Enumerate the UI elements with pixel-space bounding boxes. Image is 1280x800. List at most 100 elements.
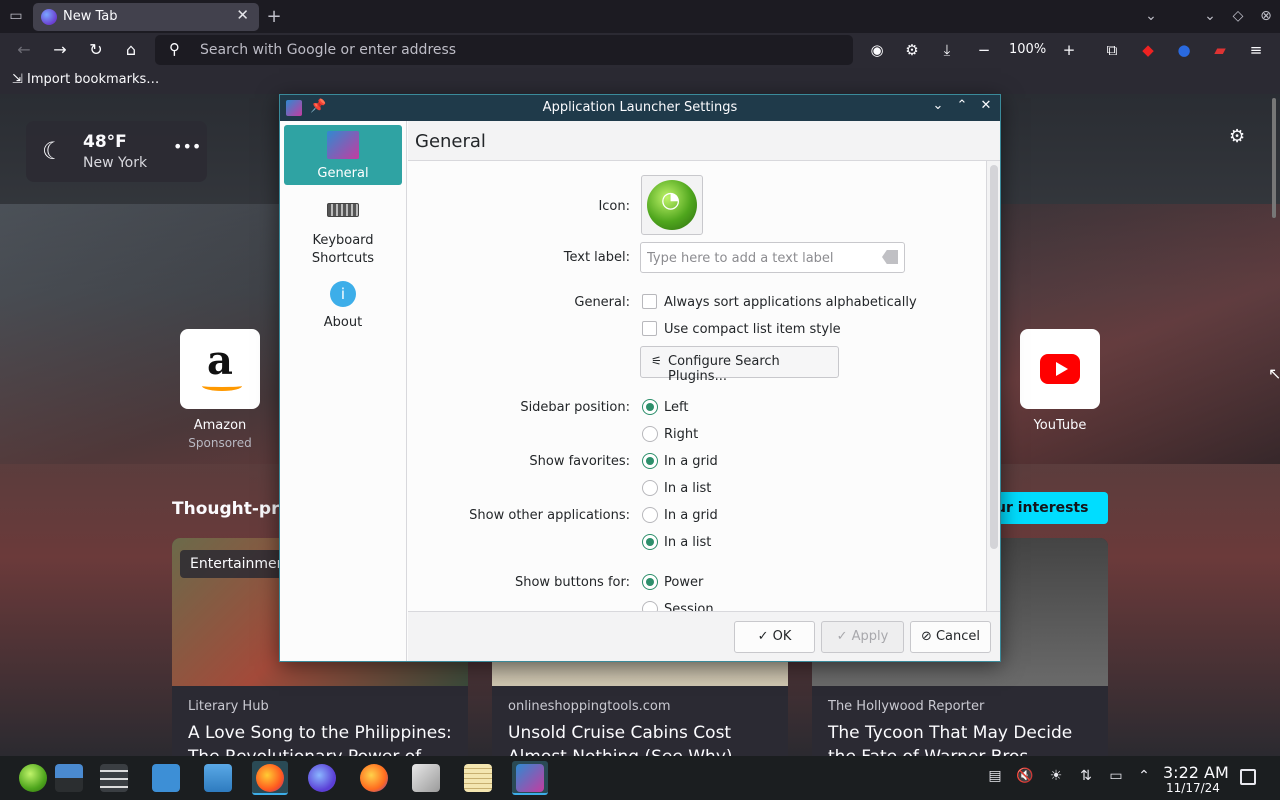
- reload-icon[interactable]: ↻: [82, 33, 110, 67]
- extension-blue-icon[interactable]: ●: [1173, 33, 1195, 67]
- text-editor-button[interactable]: [408, 761, 444, 795]
- extension-chart-icon[interactable]: ▰: [1209, 33, 1231, 67]
- dialog-close-icon[interactable]: ✕: [977, 98, 995, 113]
- settings-scrollbar-thumb[interactable]: [990, 165, 998, 549]
- amazon-smile-icon: [202, 381, 242, 391]
- icon-picker-button[interactable]: [641, 175, 703, 235]
- zoom-in-button[interactable]: +: [1058, 33, 1080, 67]
- buttons-session-label[interactable]: Session: [664, 602, 714, 611]
- text-label-field[interactable]: [640, 242, 905, 273]
- other-apps-grid-radio[interactable]: [642, 507, 658, 523]
- close-window-icon[interactable]: ⊗: [1256, 0, 1276, 33]
- favorites-grid-radio[interactable]: [642, 453, 658, 469]
- sidebar-item-keyboard-shortcuts[interactable]: Keyboard Shortcuts: [284, 197, 402, 267]
- discover-button[interactable]: [148, 761, 184, 795]
- firefox-taskbar-button[interactable]: [252, 761, 288, 795]
- ok-button[interactable]: ✓ OK: [734, 621, 815, 653]
- show-desktop-icon[interactable]: [1240, 769, 1256, 785]
- other-apps-list-label[interactable]: In a list: [664, 535, 711, 550]
- compact-list-checkbox[interactable]: [642, 321, 657, 336]
- settings-scrollbar[interactable]: [986, 161, 1000, 611]
- back-icon[interactable]: ←: [10, 33, 38, 67]
- system-settings-button[interactable]: [96, 761, 132, 795]
- address-bar[interactable]: ⚲ Search with Google or enter address: [155, 35, 853, 65]
- account-icon[interactable]: ◉: [866, 33, 888, 67]
- opensuse-logo-icon: [19, 764, 47, 792]
- clear-text-icon[interactable]: [882, 250, 898, 264]
- usb-device-icon[interactable]: ⇅: [1076, 768, 1096, 784]
- launcher-settings-taskbar-button[interactable]: [512, 761, 548, 795]
- clock-time[interactable]: 3:22 AM: [1163, 763, 1229, 782]
- sidebar-right-label[interactable]: Right: [664, 427, 698, 442]
- sidebar-right-radio[interactable]: [642, 426, 658, 442]
- favorites-grid-label[interactable]: In a grid: [664, 454, 718, 469]
- weather-widget[interactable]: ☾ 48°F New York •••: [26, 121, 207, 182]
- notes-button[interactable]: [460, 761, 496, 795]
- tray-expand-icon[interactable]: ⌃: [1134, 768, 1154, 784]
- weather-more-button[interactable]: •••: [173, 137, 201, 156]
- sidebar-left-label[interactable]: Left: [664, 400, 688, 415]
- new-tab-button[interactable]: +: [264, 0, 284, 33]
- shortcut-amazon[interactable]: a: [180, 329, 260, 409]
- cancel-button[interactable]: ⊘ Cancel: [910, 621, 991, 653]
- extension-red-icon[interactable]: ◆: [1137, 33, 1159, 67]
- sidebar-item-general[interactable]: General: [284, 125, 402, 185]
- personalize-interests-button[interactable]: ur interests: [990, 492, 1108, 524]
- other-apps-grid-label[interactable]: In a grid: [664, 508, 718, 523]
- sidebar-left-radio[interactable]: [642, 399, 658, 415]
- bookmarks-toolbar: ⇲ Import bookmarks…: [0, 67, 1280, 94]
- forward-icon[interactable]: →: [46, 33, 74, 67]
- maximize-window-icon[interactable]: ◇: [1228, 0, 1248, 33]
- app-launcher-button[interactable]: [15, 761, 51, 795]
- list-all-tabs-icon[interactable]: ⌄: [1141, 0, 1161, 33]
- firefox-private-icon: [308, 764, 336, 792]
- ok-label: OK: [772, 629, 792, 644]
- network-icon[interactable]: ▭: [1106, 768, 1126, 784]
- clock-date[interactable]: 11/17/24: [1166, 781, 1220, 795]
- buttons-power-radio[interactable]: [642, 574, 658, 590]
- sort-alphabetically-label[interactable]: Always sort applications alphabetically: [664, 295, 917, 310]
- notes-icon: [464, 764, 492, 792]
- shortcut-youtube[interactable]: [1020, 329, 1100, 409]
- weather-temp: 48°F: [83, 132, 127, 152]
- tab-close-icon[interactable]: ✕: [236, 6, 249, 24]
- page-scrollbar[interactable]: [1268, 94, 1280, 756]
- customize-gear-icon[interactable]: ⚙: [1229, 126, 1245, 147]
- favorites-list-label[interactable]: In a list: [664, 481, 711, 496]
- story-title: Unsold Cruise Cabins Cost Almost Nothing…: [508, 723, 733, 756]
- clipboard-icon[interactable]: ▤: [985, 768, 1005, 784]
- file-manager-button[interactable]: [200, 761, 236, 795]
- home-icon[interactable]: ⌂: [117, 33, 145, 67]
- configure-search-plugins-button[interactable]: ⚟ Configure Search Plugins...: [640, 346, 839, 384]
- volume-muted-icon[interactable]: 🔇: [1015, 768, 1035, 784]
- apply-button[interactable]: ✓ Apply: [821, 621, 904, 653]
- minimize-window-icon[interactable]: ⌄: [1200, 0, 1220, 33]
- amazon-icon: a: [207, 337, 233, 384]
- pager-button[interactable]: [51, 761, 87, 795]
- settings-icon[interactable]: ⚙: [901, 33, 923, 67]
- sidebar-item-about[interactable]: i About: [284, 279, 402, 334]
- zoom-level[interactable]: 100%: [1009, 33, 1046, 67]
- tab-new-tab[interactable]: New Tab ✕: [33, 3, 259, 31]
- downloads-icon[interactable]: ⤓: [936, 33, 958, 67]
- sort-alphabetically-checkbox[interactable]: [642, 294, 657, 309]
- menu-icon[interactable]: ≡: [1245, 33, 1267, 67]
- other-apps-list-radio[interactable]: [642, 534, 658, 550]
- zoom-out-button[interactable]: −: [973, 33, 995, 67]
- page-scrollbar-thumb[interactable]: [1272, 98, 1276, 218]
- import-bookmarks-link[interactable]: ⇲ Import bookmarks…: [12, 72, 159, 87]
- buttons-session-radio[interactable]: [642, 601, 658, 611]
- buttons-power-label[interactable]: Power: [664, 575, 703, 590]
- extensions-icon[interactable]: ⧉: [1101, 33, 1123, 67]
- dialog-titlebar[interactable]: 📌 Application Launcher Settings ⌄ ⌃ ✕: [280, 95, 1000, 121]
- tab-title: New Tab: [63, 9, 118, 24]
- favorites-list-radio[interactable]: [642, 480, 658, 496]
- text-label-input[interactable]: [647, 248, 872, 268]
- tab-list-icon[interactable]: ▭: [6, 0, 26, 33]
- dialog-minimize-icon[interactable]: ⌄: [929, 98, 947, 113]
- firefox-alt-button[interactable]: [356, 761, 392, 795]
- firefox-private-button[interactable]: [304, 761, 340, 795]
- compact-list-label[interactable]: Use compact list item style: [664, 322, 841, 337]
- brightness-icon[interactable]: ☀: [1046, 768, 1066, 784]
- dialog-maximize-icon[interactable]: ⌃: [953, 98, 971, 113]
